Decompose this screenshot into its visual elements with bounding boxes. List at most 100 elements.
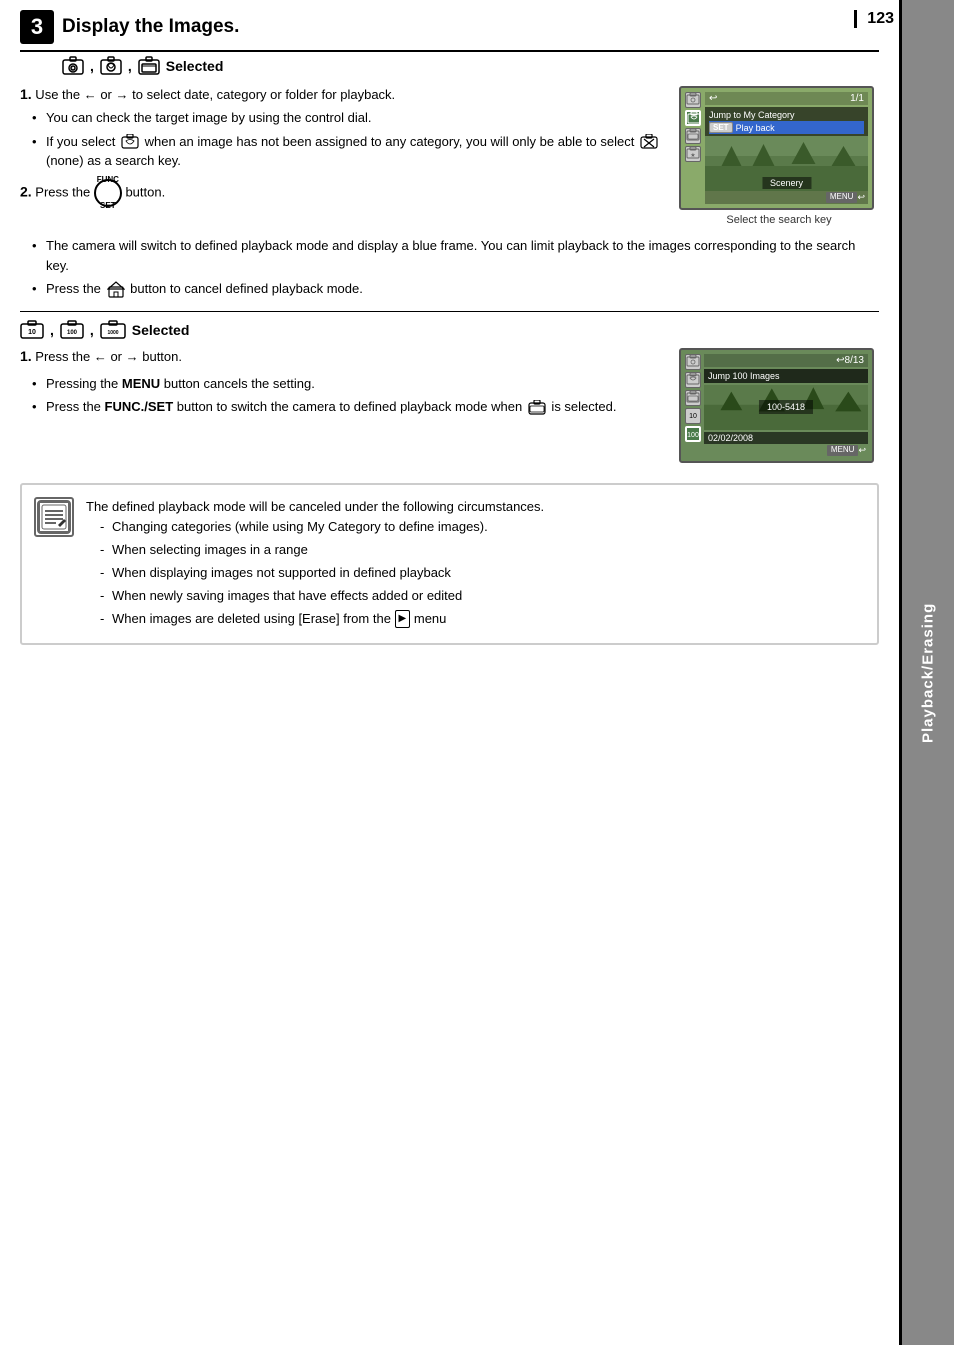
- sub-comma2: ,: [90, 322, 94, 338]
- note-item-4: When newly saving images that have effec…: [100, 586, 865, 607]
- lcd-screen-1: ★ ↩ 1/1 Jump to My Category: [679, 86, 874, 210]
- subtitle-comma2: ,: [128, 58, 132, 74]
- jump100-icon: 100: [60, 320, 84, 340]
- bullet-2: If you select when an image has not been…: [32, 132, 669, 171]
- lcd1-main: ↩ 1/1 Jump to My Category SET Play back: [705, 92, 868, 204]
- lcd2-icon-face: [685, 354, 701, 370]
- lcd1-play-text: Play back: [736, 123, 775, 133]
- camera-category-icon: [100, 56, 122, 76]
- arrow-left-2: ←: [94, 349, 107, 364]
- note-icon: [34, 497, 74, 537]
- home-icon-inline: [107, 281, 125, 299]
- lcd2-date: 02/02/2008: [704, 432, 868, 444]
- lcd1-sidebar-icons: ★: [685, 92, 701, 204]
- svg-text:10: 10: [28, 329, 36, 336]
- lcd1-icon-face: [685, 92, 701, 108]
- lcd1-menu-play: SET Play back: [709, 121, 864, 134]
- bullet-list-top: You can check the target image by using …: [20, 108, 669, 171]
- lcd1-icon-cat: [685, 110, 701, 126]
- two-col-bottom: 1. Press the ← or → button. Pressing the…: [20, 348, 879, 463]
- sidebar-label: Playback/Erasing: [920, 602, 937, 742]
- sub-section-title: 10 , 100 , 1000 Selected: [20, 320, 879, 340]
- sub-bullet-2: Press the FUNC./SET button to switch the…: [32, 397, 669, 417]
- lcd1-menu-items: Jump to My Category SET Play back: [705, 107, 868, 136]
- camera-note-2: Press the button to cancel defined playb…: [32, 279, 879, 299]
- lcd2-menu-btn: MENU: [827, 445, 859, 456]
- bottom-bullets-top: The camera will switch to defined playba…: [20, 236, 879, 299]
- lcd2-main: ↩ 8/13 Jump 100 Images: [704, 354, 868, 457]
- lcd1-menu-btn: MENU: [826, 192, 858, 203]
- lcd2-return-arrow: ↩: [858, 445, 866, 456]
- lcd1-jump-text: Jump to My Category: [709, 110, 795, 120]
- sub-bullet-list: Pressing the MENU button cancels the set…: [20, 374, 669, 417]
- lcd1-topbar: ↩ 1/1: [705, 92, 868, 105]
- svg-text:1000: 1000: [107, 330, 118, 336]
- arrow-right-1: →: [116, 87, 129, 102]
- col-text-bottom: 1. Press the ← or → button. Pressing the…: [20, 348, 669, 463]
- instr2-num: 2.: [20, 183, 32, 199]
- lcd1-caption: Select the search key: [679, 214, 879, 226]
- sub-section-selected: Selected: [132, 322, 190, 338]
- page-number: 123: [854, 10, 894, 28]
- col-image-bottom: 10 100 ↩ 8/13 Jump 100 Images: [679, 348, 879, 463]
- lcd2-icon-cat: [685, 372, 701, 388]
- svg-text:★: ★: [690, 152, 695, 159]
- sub-instruction-1: 1. Press the ← or → button.: [20, 348, 669, 364]
- lcd1-scenery-label: Scenery: [762, 177, 811, 189]
- subtitle-line: ☺ , , Selected: [62, 56, 879, 76]
- sub-comma1: ,: [50, 322, 54, 338]
- lcd2-topbar: ↩ 8/13: [704, 354, 868, 367]
- instr1-num: 1.: [20, 86, 32, 102]
- lcd2-jump-bar: Jump 100 Images: [704, 369, 868, 383]
- note-content: The defined playback mode will be cancel…: [86, 497, 865, 632]
- camera-face-icon: ☺: [62, 56, 84, 76]
- lcd1-menu-jump: Jump to My Category: [709, 109, 864, 121]
- note-item-2: When selecting images in a range: [100, 540, 865, 561]
- folder-icon-inline2: [528, 400, 546, 416]
- camera-folder-icon: [138, 56, 160, 76]
- camera-note-1: The camera will switch to defined playba…: [32, 236, 879, 275]
- instruction-2: 2. Press the FUNCSET button.: [20, 179, 669, 207]
- lcd1-bottombar: MENU ↩: [705, 191, 868, 204]
- lcd2-icon-folder: [685, 390, 701, 406]
- note-item-1: Changing categories (while using My Cate…: [100, 517, 865, 538]
- note-item-3: When displaying images not supported in …: [100, 563, 865, 584]
- note-list: Changing categories (while using My Cate…: [86, 517, 865, 629]
- lcd2-bottombar: MENU ↩: [704, 444, 868, 457]
- lcd1-icon-folder: [685, 128, 701, 144]
- instruction-1: 1. Use the ← or → to select date, catego…: [20, 86, 669, 102]
- lcd-screen-2: 10 100 ↩ 8/13 Jump 100 Images: [679, 348, 874, 463]
- step-number: 3: [20, 10, 54, 44]
- lcd1-icon-star: ★: [685, 146, 701, 162]
- lcd2-icon-100: 100: [685, 426, 701, 442]
- lcd2-counter: 8/13: [845, 355, 864, 366]
- note-title: The defined playback mode will be cancel…: [86, 497, 865, 518]
- lcd1-counter: 1/1: [850, 93, 864, 104]
- bullet-1: You can check the target image by using …: [32, 108, 669, 128]
- note-box: The defined playback mode will be cancel…: [20, 483, 879, 646]
- lcd1-return-arrow: ↩: [857, 192, 865, 203]
- subtitle-text: Selected: [166, 58, 224, 74]
- arrow-right-2: →: [126, 349, 139, 364]
- section-title: 3 Display the Images.: [20, 10, 879, 52]
- lcd2-image: 100-5418: [704, 385, 868, 430]
- jump1000-icon: 1000: [100, 320, 126, 340]
- func-set-button: FUNCSET: [94, 179, 122, 207]
- lcd2-arrow: ↩: [836, 355, 844, 366]
- sub-instr1-num: 1.: [20, 348, 32, 364]
- lcd2-sidebar: 10 100: [685, 354, 701, 457]
- lcd1-set-btn: SET: [709, 122, 733, 133]
- two-col-top: 1. Use the ← or → to select date, catego…: [20, 86, 879, 226]
- arrow-left-1: ←: [84, 87, 97, 102]
- cat-icon-inline: [121, 134, 139, 150]
- lcd2-container: 10 100 ↩ 8/13 Jump 100 Images: [685, 354, 868, 457]
- lcd1-image: Scenery: [705, 136, 868, 191]
- sidebar: Playback/Erasing: [902, 0, 954, 1345]
- lcd1-arrow: ↩: [709, 93, 717, 104]
- svg-text:☺: ☺: [70, 66, 74, 71]
- note-item-5: When images are deleted using [Erase] fr…: [100, 609, 865, 630]
- section-heading: Display the Images.: [62, 16, 239, 38]
- main-content: 123 3 Display the Images. ☺ ,: [0, 0, 902, 1345]
- page-container: 123 3 Display the Images. ☺ ,: [0, 0, 954, 1345]
- col-image-top: ★ ↩ 1/1 Jump to My Category: [679, 86, 879, 226]
